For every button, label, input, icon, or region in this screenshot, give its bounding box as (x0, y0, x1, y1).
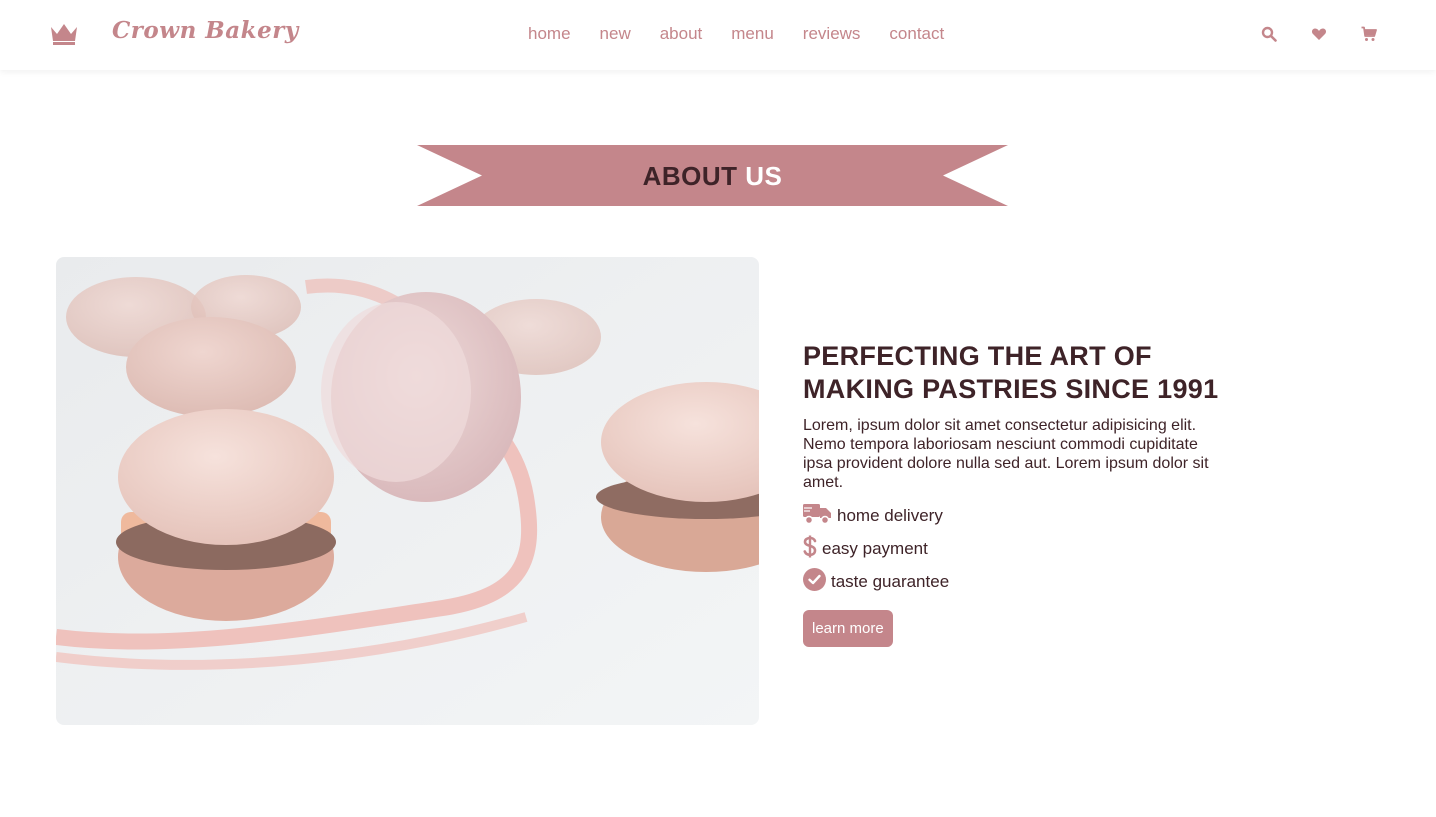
section-title: ABOUT US (417, 145, 1008, 206)
truck-icon (803, 503, 832, 529)
nav-item-menu[interactable]: menu (731, 24, 774, 44)
heart-icon[interactable] (1311, 26, 1327, 42)
feature-easy-payment: easy payment (803, 535, 1233, 562)
brand-name[interactable]: Crown Bakery (112, 17, 299, 44)
feature-label: easy payment (822, 538, 928, 558)
dollar-icon (803, 535, 817, 562)
feature-home-delivery: home delivery (803, 503, 1233, 529)
check-circle-icon (803, 568, 826, 595)
macarons-image (56, 257, 759, 725)
feature-taste-guarantee: taste guarantee (803, 568, 1233, 595)
crown-icon[interactable] (49, 22, 79, 46)
section-title-banner: ABOUT US (417, 145, 1008, 206)
section-title-part1: ABOUT (642, 161, 738, 191)
nav-item-home[interactable]: home (528, 24, 571, 44)
search-icon[interactable] (1261, 26, 1277, 42)
site-header: Crown Bakery home new about menu reviews… (0, 0, 1436, 70)
nav-item-new[interactable]: new (600, 24, 631, 44)
header-icons (1261, 26, 1411, 42)
feature-label: home delivery (837, 505, 943, 525)
nav-item-contact[interactable]: contact (889, 24, 944, 44)
feature-label: taste guarantee (831, 571, 950, 591)
about-heading: PERFECTING THE ART OF MAKING PASTRIES SI… (803, 341, 1219, 404)
about-content: PERFECTING THE ART OF MAKING PASTRIES SI… (803, 340, 1233, 647)
nav-item-about[interactable]: about (660, 24, 703, 44)
learn-more-button[interactable]: learn more (803, 610, 893, 647)
cart-icon[interactable] (1361, 26, 1377, 42)
nav-item-reviews[interactable]: reviews (803, 24, 861, 44)
section-title-part2: US (745, 161, 783, 191)
about-paragraph: Lorem, ipsum dolor sit amet consectetur … (803, 417, 1209, 491)
main-nav: home new about menu reviews contact (528, 24, 973, 44)
